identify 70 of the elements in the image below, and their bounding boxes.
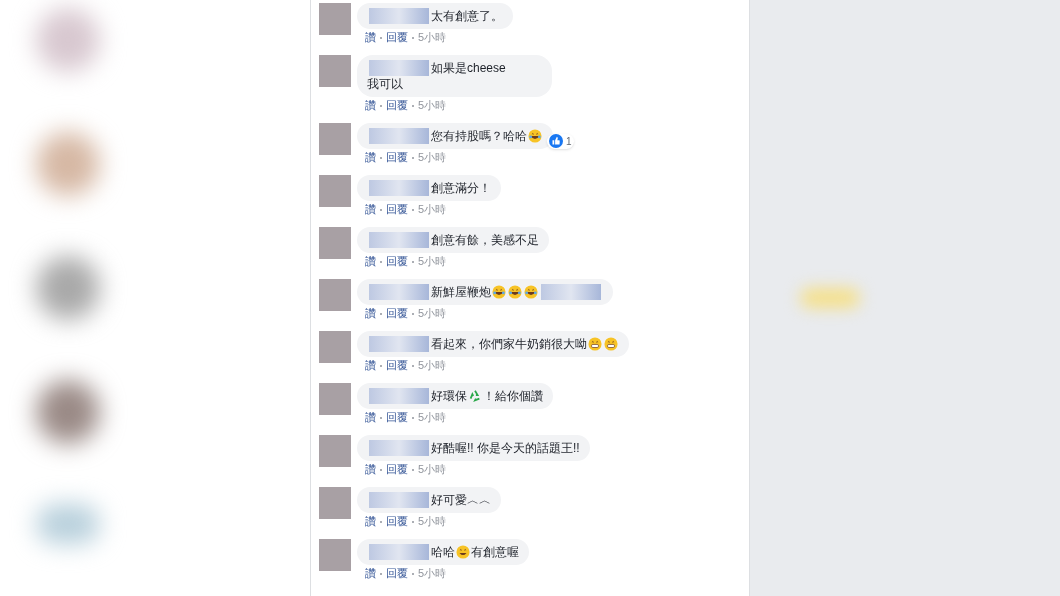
action-link[interactable]: 讚 <box>365 30 376 45</box>
comment-text: 我可以 <box>367 76 403 92</box>
comment-text: 創意有餘，美感不足 <box>431 232 539 248</box>
comment-text: 好酷喔!! 你是今天的話題王!! <box>431 440 580 456</box>
action-link[interactable]: 回覆 <box>386 254 408 269</box>
thumbs-up-icon <box>549 134 563 148</box>
reaction-badge[interactable]: 1 <box>547 133 574 149</box>
comment-text: 好可愛︿︿ <box>431 492 491 508</box>
comment-text: 好環保 <box>431 388 467 404</box>
comment-text: 您有持股嗎？哈哈 <box>431 128 527 144</box>
action-link[interactable]: 讚 <box>365 254 376 269</box>
redacted-name <box>369 60 429 76</box>
action-link[interactable]: 讚 <box>365 150 376 165</box>
grinning-face-icon <box>604 337 618 351</box>
redacted-name <box>369 232 429 248</box>
avatar-placeholder[interactable] <box>319 383 351 415</box>
action-link[interactable]: 回覆 <box>386 566 408 581</box>
avatar-placeholder[interactable] <box>319 123 351 155</box>
laughing-face-icon <box>492 285 506 299</box>
redacted-name <box>369 492 429 508</box>
redacted-name <box>369 388 429 404</box>
avatar-placeholder[interactable] <box>319 487 351 519</box>
comment-text: 如果是cheese <box>431 60 506 76</box>
comment-text: ！給你個讚 <box>483 388 543 404</box>
avatar-placeholder[interactable] <box>319 435 351 467</box>
laughing-face-icon <box>528 129 542 143</box>
avatar-placeholder[interactable] <box>319 279 351 311</box>
action-link[interactable]: 讚 <box>365 514 376 529</box>
recycle-icon <box>468 389 482 403</box>
redacted-name <box>369 8 429 24</box>
redacted-name <box>369 180 429 196</box>
action-link[interactable]: 回覆 <box>386 150 408 165</box>
action-link[interactable]: 讚 <box>365 306 376 321</box>
redacted-name <box>369 440 429 456</box>
action-link[interactable]: 讚 <box>365 410 376 425</box>
avatar-placeholder[interactable] <box>319 227 351 259</box>
smiling-face-icon <box>456 545 470 559</box>
redacted-name <box>541 284 601 300</box>
redacted-name <box>369 128 429 144</box>
comment-text: 看起來，你們家牛奶銷很大呦 <box>431 336 587 352</box>
action-link[interactable]: 回覆 <box>386 462 408 477</box>
comment-text: 新鮮屋鞭炮 <box>431 284 491 300</box>
avatar-placeholder[interactable] <box>319 539 351 571</box>
action-link[interactable]: 讚 <box>365 566 376 581</box>
comment-text: 太有創意了。 <box>431 8 503 24</box>
redacted-name <box>369 544 429 560</box>
action-link[interactable]: 回覆 <box>386 30 408 45</box>
redacted-name <box>369 336 429 352</box>
comment-text: 創意滿分！ <box>431 180 491 196</box>
avatar-placeholder[interactable] <box>319 3 351 35</box>
action-link[interactable]: 讚 <box>365 202 376 217</box>
comment-text: 有創意喔 <box>471 544 519 560</box>
laughing-face-icon <box>524 285 538 299</box>
action-link[interactable]: 回覆 <box>386 514 408 529</box>
comment-text: 哈哈 <box>431 544 455 560</box>
avatar-placeholder[interactable] <box>319 55 351 87</box>
action-link[interactable]: 回覆 <box>386 358 408 373</box>
action-link[interactable]: 回覆 <box>386 98 408 113</box>
avatar-placeholder[interactable] <box>319 175 351 207</box>
reaction-count: 1 <box>566 134 572 149</box>
action-link[interactable]: 讚 <box>365 98 376 113</box>
action-link[interactable]: 回覆 <box>386 202 408 217</box>
action-link[interactable]: 回覆 <box>386 306 408 321</box>
laughing-face-icon <box>508 285 522 299</box>
action-link[interactable]: 讚 <box>365 358 376 373</box>
avatar-placeholder[interactable] <box>319 331 351 363</box>
redacted-name <box>369 284 429 300</box>
action-link[interactable]: 讚 <box>365 462 376 477</box>
grinning-face-icon <box>588 337 602 351</box>
action-link[interactable]: 回覆 <box>386 410 408 425</box>
